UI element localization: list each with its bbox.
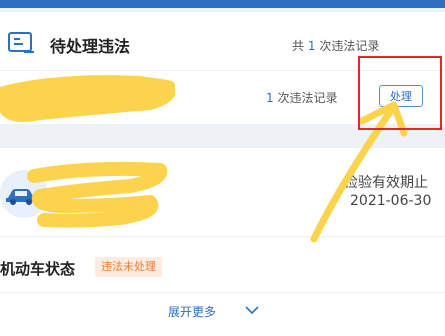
chevron-down-icon[interactable] [244,302,260,318]
expand-more-link[interactable]: 展开更多 [168,303,216,320]
inspection-date: 2021-06-30 [350,193,432,209]
record-count-text: 1 次违法记录 [266,89,337,106]
summary-suffix: 次违法记录 [319,39,380,53]
record-count: 1 [266,91,274,105]
inspection-label: 检验有效期止 [344,175,428,191]
summary-prefix: 共 [292,39,305,53]
annotation-highlight-box [358,56,442,130]
car-icon [6,189,36,205]
document-list-icon [8,32,34,53]
summary-count: 1 [307,39,316,53]
divider [0,236,445,237]
status-badge: 违法未处理 [95,257,162,277]
record-suffix: 次违法记录 [277,91,338,105]
top-bar [0,0,445,8]
vehicle-status-label: 机动车状态 [0,260,76,278]
divider [0,292,445,293]
page-title: 待处理违法 [50,37,131,56]
violation-summary: 共 1 次违法记录 [292,37,379,54]
